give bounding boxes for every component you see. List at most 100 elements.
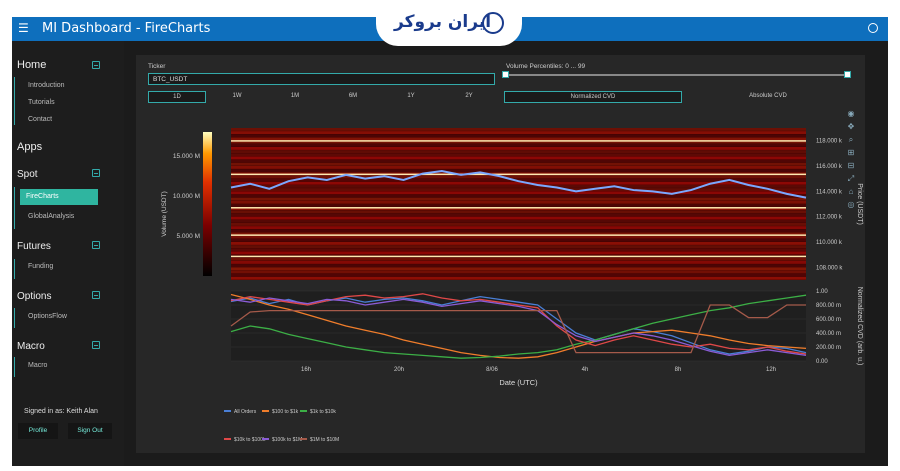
reset-axes-icon[interactable]: ⌂ xyxy=(846,187,856,197)
heatmap-row xyxy=(231,191,806,195)
colorbar xyxy=(203,132,212,276)
hamburger-menu-icon[interactable]: ☰ xyxy=(18,22,30,34)
colorbar-tick-label: 15.000 M xyxy=(173,153,200,160)
heatmap-row xyxy=(231,162,806,166)
nav-divider xyxy=(14,308,15,328)
sidebar-item-macro[interactable]: Macro xyxy=(28,362,47,369)
zoom-icon[interactable]: ⌕ xyxy=(846,135,856,145)
price-tick-label: 114.000 k xyxy=(816,189,843,195)
heatmap-row xyxy=(231,223,806,226)
collapse-futures-icon[interactable] xyxy=(92,241,100,249)
heatmap-row xyxy=(231,159,806,163)
heatmap-row xyxy=(231,153,806,157)
firecharts-figure[interactable]: 15.000 M 10.000 M 5.000 M Volume (USDT) 118.… xyxy=(136,55,865,453)
x-axis-title: Date (UTC) xyxy=(499,378,538,387)
legend-label: $100 to $1k xyxy=(272,409,299,415)
sidebar-item-contact[interactable]: Contact xyxy=(28,116,52,123)
heatmap-row xyxy=(231,131,806,135)
cvd-tick-label: 400.00 m xyxy=(816,331,841,337)
sidebar-item-firecharts[interactable]: FireCharts xyxy=(20,189,98,205)
sidebar-item-globalanalysis[interactable]: GlobalAnalysis xyxy=(28,213,74,220)
app-frame: ☰ MI Dashboard - FireCharts Home Introdu… xyxy=(12,17,888,466)
heatmap-row xyxy=(231,257,806,261)
zoom-out-icon[interactable]: ⊟ xyxy=(846,161,856,171)
sidebar-section-home[interactable]: Home xyxy=(17,59,46,71)
cvd-tick-label: 800.00 m xyxy=(816,303,841,309)
price-tick-label: 110.000 k xyxy=(816,240,843,246)
sign-out-button[interactable]: Sign Out xyxy=(68,423,112,439)
x-tick-label: 8/06 xyxy=(486,367,498,373)
autoscale-icon[interactable]: ⤢ xyxy=(846,174,856,184)
heatmap-row xyxy=(231,143,806,147)
user-circle-icon[interactable] xyxy=(868,23,878,33)
legend-label: All Orders xyxy=(234,409,257,415)
heatmap-row xyxy=(231,273,806,277)
cvd-tick-label: 200.00 m xyxy=(816,345,841,351)
heatmap-row xyxy=(231,226,806,230)
heatmap-hot-band xyxy=(231,207,806,209)
plotly-logo-icon[interactable]: ◎ xyxy=(846,200,856,210)
heatmap-row xyxy=(231,210,806,214)
heatmap-row xyxy=(231,169,806,173)
sidebar-section-futures[interactable]: Futures xyxy=(17,241,51,252)
sidebar-item-funding[interactable]: Funding xyxy=(28,263,53,270)
collapse-home-icon[interactable] xyxy=(92,61,100,69)
nav-divider xyxy=(14,259,15,279)
price-tick-label: 118.000 k xyxy=(816,139,843,145)
legend-label: $1k to $10k xyxy=(310,409,336,415)
heatmap-row xyxy=(231,197,806,201)
heatmap-row xyxy=(231,276,806,280)
legend-label: $1M to $10M xyxy=(310,437,339,443)
camera-icon[interactable]: ◉ xyxy=(846,109,856,119)
colorbar-tick-label: 5.000 M xyxy=(177,233,201,240)
x-tick-label: 16h xyxy=(301,367,311,373)
logo-text: ایران بروکر xyxy=(394,12,492,32)
legend-label: $10k to $100k xyxy=(234,437,266,443)
sidebar-item-introduction[interactable]: Introduction xyxy=(28,82,65,89)
signed-in-label: Signed in as: Keith Alan xyxy=(24,408,98,415)
x-tick-label: 8h xyxy=(675,367,682,373)
cvd-tick-label: 0.00 xyxy=(816,359,828,365)
price-tick-label: 112.000 k xyxy=(816,215,843,221)
heatmap-row xyxy=(231,238,806,242)
sidebar-section-options[interactable]: Options xyxy=(17,291,51,302)
x-tick-label: 12h xyxy=(766,367,776,373)
heatmap-row xyxy=(231,219,806,223)
heatmap-row xyxy=(231,242,806,245)
heatmap-hot-band xyxy=(231,255,806,258)
cvd-tick-label: 600.00 m xyxy=(816,317,841,323)
colorbar-tick-label: 10.000 M xyxy=(173,193,200,200)
heatmap-row xyxy=(231,134,806,138)
cvd-tick-label: 1.00 xyxy=(816,289,828,295)
nav-divider xyxy=(14,77,15,125)
pan-icon[interactable]: ✥ xyxy=(846,122,856,132)
nav-divider xyxy=(14,187,15,229)
x-tick-label: 4h xyxy=(582,367,589,373)
heatmap-row xyxy=(231,245,806,249)
heatmap-row xyxy=(231,213,806,217)
price-tick-label: 116.000 k xyxy=(816,164,843,170)
heatmap-row xyxy=(231,251,806,255)
collapse-spot-icon[interactable] xyxy=(92,169,100,177)
heatmap-row xyxy=(231,270,806,274)
sidebar-section-macro[interactable]: Macro xyxy=(17,341,45,352)
heatmap-row xyxy=(231,264,806,268)
heatmap-row xyxy=(231,150,806,154)
heatmap-row xyxy=(231,248,806,252)
firecharts-panel: Ticker BTC_USDT Volume Percentiles: 0 ..… xyxy=(136,55,865,453)
sidebar-item-optionsflow[interactable]: OptionsFlow xyxy=(28,313,67,320)
heatmap-row xyxy=(231,147,806,150)
heatmap-row xyxy=(231,261,806,264)
heatmap-row xyxy=(231,185,806,188)
sidebar-item-tutorials[interactable]: Tutorials xyxy=(28,99,55,106)
heatmap-row xyxy=(231,137,806,141)
heatmap-row xyxy=(231,200,806,204)
collapse-options-icon[interactable] xyxy=(92,291,100,299)
zoom-in-icon[interactable]: ⊞ xyxy=(846,148,856,158)
heatmap-hot-band xyxy=(231,140,806,142)
profile-button[interactable]: Profile xyxy=(18,423,58,439)
sidebar-section-spot[interactable]: Spot xyxy=(17,169,38,180)
collapse-macro-icon[interactable] xyxy=(92,341,100,349)
watermark-logo: ایران بروکر xyxy=(376,0,522,46)
heatmap-row xyxy=(231,188,806,192)
